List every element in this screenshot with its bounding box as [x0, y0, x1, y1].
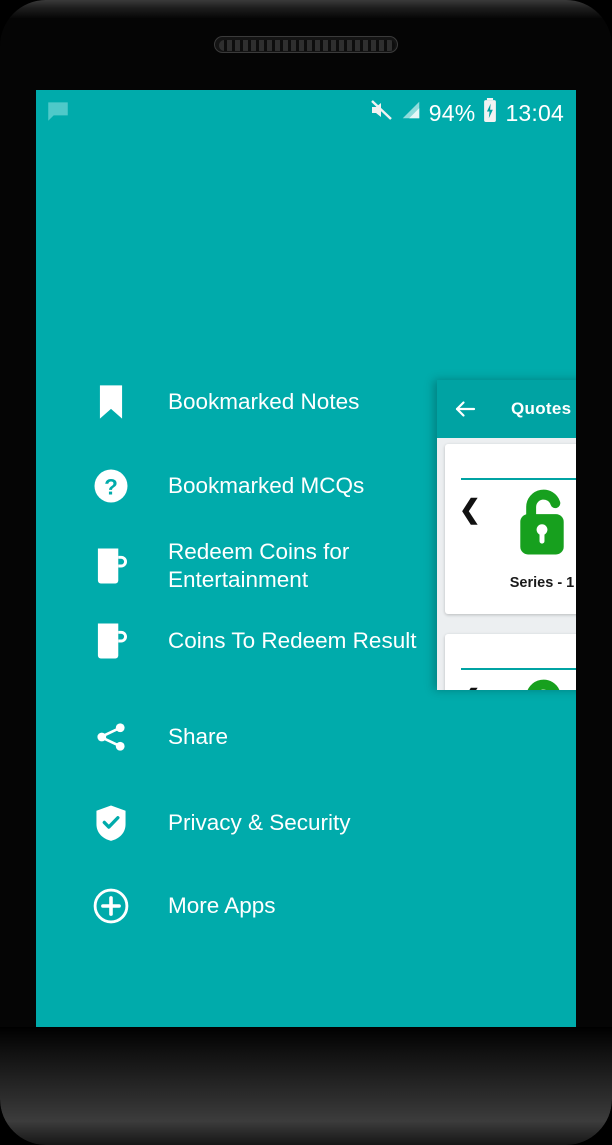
quotes-panel-overlay: Quotes जिंदगी बदलन ❮ [437, 380, 576, 690]
cup-icon [78, 547, 144, 585]
quote-card[interactable]: जिंदगी बदलन ❮ [445, 444, 576, 614]
volume-mute-icon [369, 98, 393, 128]
shield-check-icon [78, 804, 144, 842]
arrow-left-icon[interactable] [453, 397, 477, 421]
question-circle-icon: ? [78, 468, 144, 504]
phone-screen: 94% 13:04 Bookmarked Notes ? Bookmarked … [36, 90, 576, 1052]
drawer-item-label: Share [168, 724, 229, 749]
svg-text:?: ? [104, 474, 118, 499]
quotes-toolbar: Quotes [437, 380, 576, 438]
chevron-left-icon[interactable]: ❮ [459, 686, 481, 690]
device-bottom-bezel [0, 1027, 612, 1145]
battery-percent-label: 94% [428, 99, 476, 126]
clock-label: 13:04 [505, 99, 564, 126]
drawer-item-label: Bookmarked MCQs [168, 473, 365, 498]
quote-card[interactable]: नई ऊर्जा देने ❮ [445, 634, 576, 690]
signal-bars-icon [400, 99, 422, 127]
speaker-grille-holes [219, 40, 395, 51]
speaker-grille [214, 36, 398, 53]
drawer-item-label: Privacy & Security [168, 810, 351, 835]
chevron-left-icon[interactable]: ❮ [459, 496, 481, 522]
status-bar: 94% 13:04 [36, 90, 576, 136]
drawer-item-privacy-security[interactable]: Privacy & Security [36, 804, 576, 842]
quotes-card-list[interactable]: जिंदगी बदलन ❮ [437, 438, 576, 690]
chat-bubble-icon [45, 98, 71, 129]
card-divider [461, 668, 576, 670]
quotes-activity: Quotes जिंदगी बदलन ❮ [437, 380, 576, 690]
lock-open-icon [511, 486, 573, 569]
drawer-item-more-apps[interactable]: More Apps [36, 888, 576, 924]
bookmark-icon [78, 384, 144, 420]
drawer-item-label: Redeem Coins for Entertainment [168, 539, 350, 592]
series-item[interactable]: Series - 1 [487, 486, 576, 591]
drawer-item-label: Bookmarked Notes [168, 389, 360, 414]
plus-circle-icon [78, 888, 144, 924]
drawer-item-label: More Apps [168, 893, 276, 918]
drawer-item-share[interactable]: Share [36, 720, 576, 754]
device-top-bezel [0, 0, 612, 18]
status-bar-left [45, 98, 71, 129]
quotes-title: Quotes [511, 399, 572, 418]
cup-icon [78, 622, 144, 660]
drawer-item-label: Coins To Redeem Result [168, 628, 417, 653]
phone-device: 94% 13:04 Bookmarked Notes ? Bookmarked … [0, 0, 612, 1145]
status-bar-right: 94% 13:04 [369, 98, 564, 128]
share-icon [78, 720, 144, 754]
lock-open-icon [511, 676, 573, 690]
card-divider [461, 478, 576, 480]
battery-charging-icon [482, 98, 498, 128]
series-item[interactable]: Series - 1 [487, 676, 576, 690]
series-label: Series - 1 [509, 575, 575, 591]
